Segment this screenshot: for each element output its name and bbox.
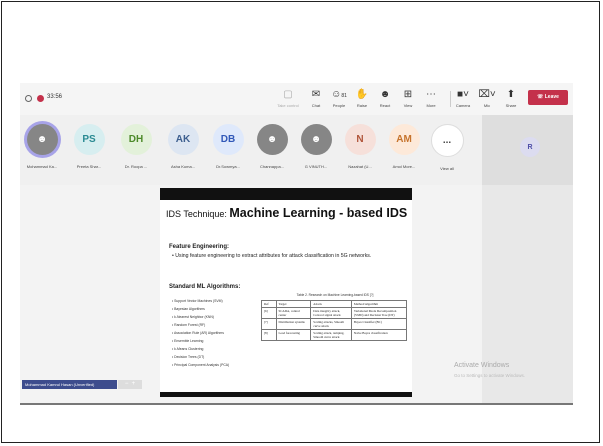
table-cell: Load forecasting (275, 329, 312, 341)
raise-hand-button[interactable]: ✋ Raise (351, 89, 373, 108)
table-cell: [7] (261, 318, 277, 330)
table-header: Method/Algorithm (350, 300, 408, 308)
meeting-toolbar: 33:56 ▢ Take control ✉ Chat ☺81 People ✋… (20, 83, 573, 115)
bottom-divider (20, 403, 573, 405)
algorithms-list: • Support Vector Machines (SVM) • Bayesi… (172, 297, 229, 369)
table-cell: [8] (261, 329, 277, 341)
meeting-timer: 33:56 (47, 94, 63, 100)
people-button[interactable]: ☺81 People (328, 89, 350, 108)
list-item: • k-Nearest Neighbor (KNN) (172, 315, 214, 319)
table-row: [8] Load forecasting Scaling attack, ram… (261, 329, 408, 341)
camera-icon: ■˅ (457, 89, 469, 100)
activation-watermark-title: Activate Windows (454, 362, 510, 369)
avatar: PS (73, 124, 105, 155)
people-icon: ☺81 (331, 89, 347, 100)
feature-bullet: • Using feature engineering to extract a… (172, 253, 372, 259)
people-count-badge: 81 (341, 93, 347, 99)
slide-header-bar (160, 188, 412, 200)
list-item: • Random Forest (RF) (172, 323, 206, 327)
zoom-controls[interactable]: − + (118, 380, 142, 389)
participant-tile[interactable]: PS Preeta Shar... (67, 120, 111, 169)
react-icon: ☻ (379, 89, 391, 100)
participant-tile[interactable]: DB Dr.Sowmya... (206, 120, 250, 169)
avatar: N (344, 124, 376, 155)
table-cell: SCADA, control center (275, 307, 312, 319)
table-cell: [6] (261, 307, 277, 319)
react-button[interactable]: ☻ React (374, 89, 396, 108)
list-item: • Support Vector Machines (SVM) (172, 299, 223, 303)
list-item: • Ensemble Learning (172, 339, 204, 343)
table-cell: Data integrity attack, Cont.rol signal a… (310, 307, 352, 319)
avatar: DB (212, 124, 244, 155)
participant-tile[interactable]: ☻ Channappa... (250, 120, 294, 169)
recording-icon (37, 95, 44, 102)
toolbar-divider (450, 91, 451, 107)
more-icon: ... (430, 124, 464, 157)
view-icon: ⊞ (403, 89, 413, 100)
participant-tile[interactable]: ☻ Mohammad Ka... (20, 120, 64, 169)
view-button[interactable]: ⊞ View (397, 89, 419, 108)
table-row: [7] Distribution systems Scaling attacks… (261, 318, 408, 330)
avatar: AM (388, 124, 420, 155)
take-control-button[interactable]: ▢ Take control (277, 89, 299, 108)
participant-tile[interactable]: DH Dr. Roopa ... (114, 120, 158, 169)
share-icon: ⬆ (506, 89, 516, 100)
avatar-person-icon: ☻ (300, 124, 332, 155)
zoom-out-icon[interactable]: − (125, 381, 129, 387)
feature-heading: Feature Engineering: (169, 244, 230, 250)
algorithms-heading: Standard ML Algorithms: (169, 284, 241, 290)
research-table: Ref Target Attack Method/Algorithm [6] S… (261, 300, 408, 341)
table-cell: Variational Mode Decomposition (VMD) and… (350, 307, 408, 319)
avatar-person-icon: ☻ (256, 124, 288, 155)
table-header: Attack (310, 300, 352, 308)
chat-icon: ✉ (311, 89, 321, 100)
table-cell: Naive Bayes classification (350, 329, 408, 341)
table-cell: Scaling attack, ramping, Smooth curve at… (310, 329, 352, 341)
participant-tile[interactable]: N Nazahat (U... (338, 120, 382, 169)
slide-title: IDS Technique: Machine Learning - based … (166, 206, 408, 220)
table-caption: Table 2. Research on Machine Learning-ba… (296, 293, 374, 297)
stage-background (482, 185, 573, 403)
avatar-person-icon: ☻ (26, 124, 58, 155)
participant-tile[interactable]: AK Asha Kuma... (161, 120, 205, 169)
camera-button[interactable]: ■˅ Camera (452, 89, 474, 108)
table-header-row: Ref Target Attack Method/Algorithm (261, 300, 408, 308)
take-control-icon: ▢ (283, 89, 293, 100)
participant-video-tile[interactable]: R (482, 115, 573, 185)
raise-hand-icon: ✋ (355, 89, 369, 100)
activation-watermark-subtitle: Go to Settings to activate Windows. (454, 373, 526, 378)
shared-slide: IDS Technique: Machine Learning - based … (160, 188, 412, 397)
avatar: DH (120, 124, 152, 155)
list-item: • Bayesian Algorithms (172, 307, 205, 311)
table-header: Target (275, 300, 312, 308)
phone-icon: ☏ (537, 94, 544, 100)
table-header: Ref (261, 300, 277, 308)
participant-tile[interactable]: ☻ G VINUTH... (294, 120, 338, 169)
participants-row: ☻ Mohammad Ka... PS Preeta Shar... DH Dr… (20, 115, 482, 185)
table-cell: Distribution systems (275, 318, 312, 330)
list-item: • k-Means Clustering (172, 347, 204, 351)
slide-footer-bar (160, 392, 412, 397)
list-item: • Decision Trees (DT) (172, 355, 205, 359)
avatar: R (520, 137, 540, 157)
chat-button[interactable]: ✉ Chat (305, 89, 327, 108)
more-button[interactable]: ⋯ More (420, 89, 442, 108)
presenter-name-tag: Mohammad Kamrul Hasan (Unverified) (22, 380, 117, 389)
share-button[interactable]: ⬆ Share (500, 89, 522, 108)
table-cell: Scaling attacks, Smooth curve attack (310, 318, 352, 330)
view-all-button[interactable]: ... View all (425, 120, 469, 171)
participant-tile[interactable]: AM Amol More... (382, 120, 426, 169)
avatar: AK (167, 124, 199, 155)
list-item: • Association Rule (AR) Algorithms (172, 331, 224, 335)
mic-button[interactable]: ⌧˅ Mic (476, 89, 498, 108)
list-item: • Principal Component Analysis (PCA) (172, 363, 230, 367)
table-cell: Bayes Classifier (BC) (350, 318, 408, 330)
teams-meeting-window: 33:56 ▢ Take control ✉ Chat ☺81 People ✋… (20, 83, 573, 403)
table-row: [6] SCADA, control center Data integrity… (261, 307, 408, 319)
mic-icon: ⌧˅ (478, 89, 496, 100)
more-icon: ⋯ (426, 89, 436, 100)
leave-button[interactable]: ☏ Leave (528, 90, 568, 105)
shield-icon (25, 95, 32, 102)
zoom-in-icon[interactable]: + (132, 381, 136, 387)
